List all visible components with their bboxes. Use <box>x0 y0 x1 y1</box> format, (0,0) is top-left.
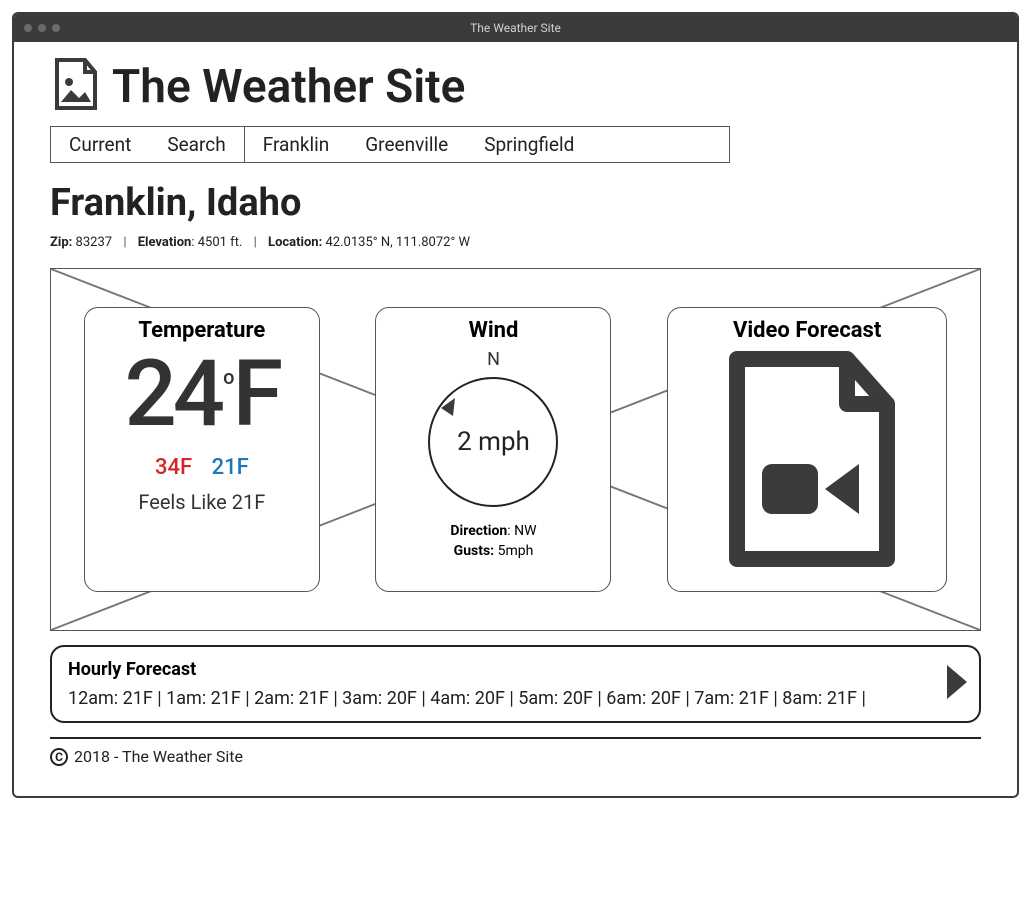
wind-meta: Direction: NW Gusts: 5mph <box>386 522 600 561</box>
degree-icon: o <box>223 367 230 387</box>
tab-greenville[interactable]: Greenville <box>347 127 466 162</box>
window-title: The Weather Site <box>14 21 1017 35</box>
temperature-card: Temperature 24oF 34F 21F Feels Like 21F <box>84 307 320 592</box>
main-nav: Current Search Franklin Greenville Sprin… <box>50 126 730 163</box>
copyright-icon: C <box>50 748 68 766</box>
wind-direction: NW <box>514 523 536 539</box>
wind-card: Wind N 2 mph Direction: NW Gusts: 5mph <box>375 307 611 592</box>
zip-value: 83237 <box>76 235 113 250</box>
temperature-title: Temperature <box>95 318 309 343</box>
location-value: 42.0135° N, 111.8072° W <box>326 235 471 250</box>
image-icon <box>50 58 100 116</box>
tab-current[interactable]: Current <box>51 127 149 162</box>
page-title: Franklin, Idaho <box>50 181 981 225</box>
temp-low: 21F <box>212 455 249 480</box>
video-file-icon <box>707 554 907 573</box>
titlebar: The Weather Site <box>14 14 1017 42</box>
site-title: The Weather Site <box>112 60 465 114</box>
footer-divider <box>50 737 981 739</box>
tab-search[interactable]: Search <box>149 127 243 162</box>
wind-dial: 2 mph <box>423 372 563 512</box>
hero-placeholder: Temperature 24oF 34F 21F Feels Like 21F … <box>50 268 981 631</box>
wind-speed: 2 mph <box>423 372 563 512</box>
wind-gusts: 5mph <box>498 543 534 559</box>
elevation-value: 4501 ft. <box>198 235 243 250</box>
wind-north-label: N <box>386 349 600 370</box>
footer-text: 2018 - The Weather Site <box>74 747 243 766</box>
hourly-forecast-card: Hourly Forecast 12am: 21F | 1am: 21F | 2… <box>50 645 981 723</box>
elevation-label: Elevation <box>138 235 192 250</box>
wind-direction-label: Direction <box>450 523 507 539</box>
wind-gusts-label: Gusts: <box>454 543 494 559</box>
location-label: Location: <box>268 235 322 250</box>
temperature-value: 24oF <box>95 349 309 441</box>
zip-label: Zip: <box>50 235 72 250</box>
page-content: The Weather Site Current Search Franklin… <box>14 42 1017 796</box>
location-meta: Zip: 83237 | Elevation: 4501 ft. | Locat… <box>50 235 981 250</box>
temp-high: 34F <box>155 455 192 480</box>
tab-franklin[interactable]: Franklin <box>245 127 348 162</box>
site-header: The Weather Site <box>50 58 981 116</box>
temp-number: 24 <box>125 349 222 441</box>
hourly-row: 12am: 21F | 1am: 21F | 2am: 21F | 3am: 2… <box>68 688 963 709</box>
feels-like: Feels Like 21F <box>95 490 309 514</box>
app-window: The Weather Site The Weather Site Curren… <box>12 12 1019 798</box>
hourly-title: Hourly Forecast <box>68 659 963 680</box>
page-footer: C 2018 - The Weather Site <box>50 747 981 766</box>
wind-title: Wind <box>386 318 600 343</box>
tab-springfield[interactable]: Springfield <box>466 127 592 162</box>
video-forecast-card[interactable]: Video Forecast <box>667 307 947 592</box>
chevron-right-icon[interactable] <box>943 663 969 705</box>
temp-hilo: 34F 21F <box>95 455 309 480</box>
video-title: Video Forecast <box>678 318 936 343</box>
temp-unit: F <box>232 349 279 441</box>
